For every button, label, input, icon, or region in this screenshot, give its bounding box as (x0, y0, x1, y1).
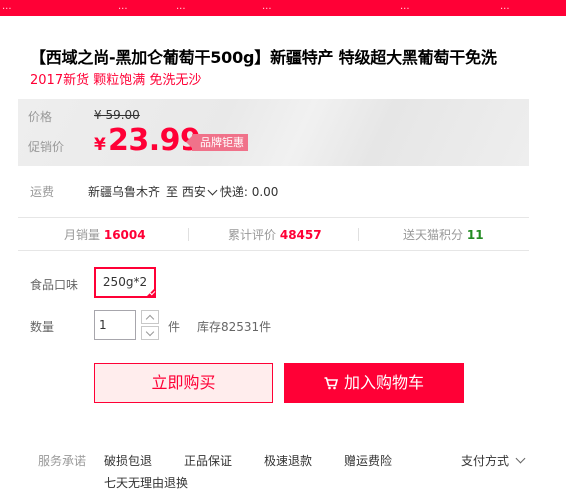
divider (188, 228, 189, 241)
promo-badge: 品牌钜惠 (186, 134, 248, 151)
currency-symbol: ¥ (94, 135, 106, 155)
promo-price-label: 促销价 (28, 140, 65, 154)
chevron-down-icon (145, 327, 155, 337)
chevron-down-icon (515, 453, 526, 464)
review-count-value: 48457 (279, 228, 322, 242)
shipping-destination[interactable]: 至 西安 快递: 0.00 (166, 183, 278, 200)
flavor-option-selected[interactable]: 250g*2 (94, 267, 156, 298)
cart-icon (324, 365, 339, 405)
quantity-input[interactable]: 1 (94, 310, 136, 340)
price-panel: 价格 ¥ 59.00 促销价 ¥ 23.99 品牌钜惠 (18, 99, 529, 166)
product-title: 【西域之尚-黑加仑葡萄干500g】新疆特产 特级超大黑葡萄干免洗 (30, 48, 497, 67)
shipping-destination-city: 西安 (181, 185, 206, 199)
add-to-cart-button[interactable]: 加入购物车 (284, 363, 464, 403)
service-item[interactable]: 赠运费险 (344, 452, 392, 469)
quantity-label: 数量 (30, 320, 55, 334)
top-nav-item[interactable]: ... (400, 1, 410, 12)
top-nav-item[interactable]: ... (176, 1, 186, 12)
monthly-sales-value: 16004 (103, 228, 146, 242)
payment-methods[interactable]: 支付方式 (461, 452, 526, 469)
shipping-label: 运费 (30, 185, 55, 199)
sales-stats: 月销量 16004 累计评价 48457 送天猫积分 11 (18, 218, 529, 250)
top-nav-item[interactable]: ... (118, 1, 128, 12)
flavor-option-label: 250g*2 (102, 275, 148, 289)
shipping-to-prefix: 至 (166, 185, 179, 199)
divider (18, 250, 529, 251)
monthly-sales: 月销量 16004 (64, 226, 146, 243)
stock-count: 库存82531件 (197, 320, 272, 334)
quantity-increase-button[interactable] (141, 310, 159, 324)
top-nav-item[interactable]: ... (500, 1, 510, 12)
monthly-sales-label: 月销量 (64, 228, 101, 242)
flavor-label: 食品口味 (30, 278, 79, 292)
add-to-cart-label: 加入购物车 (343, 373, 424, 392)
review-count[interactable]: 累计评价 48457 (228, 226, 322, 243)
checkmark-icon (145, 287, 156, 298)
chevron-up-icon (145, 314, 155, 324)
service-item[interactable]: 七天无理由退换 (104, 474, 188, 491)
service-item[interactable]: 正品保证 (184, 452, 232, 469)
product-subtitle: 2017新货 颗粒饱满 免洗无沙 (30, 73, 202, 88)
shipping-express-fee: 快递: 0.00 (219, 185, 279, 199)
tmall-points-value: 11 (466, 228, 484, 242)
chevron-down-icon (207, 185, 218, 196)
tmall-points: 送天猫积分 11 (403, 226, 484, 243)
payment-methods-label: 支付方式 (461, 454, 510, 468)
tmall-points-label: 送天猫积分 (403, 228, 464, 242)
quantity-unit: 件 (168, 320, 181, 334)
service-label: 服务承诺 (38, 454, 87, 468)
top-nav-bar: ... ... ... ... ... ... (0, 0, 566, 16)
original-price: ¥ 59.00 (94, 108, 140, 122)
review-count-label: 累计评价 (228, 228, 277, 242)
service-item[interactable]: 破损包退 (104, 452, 152, 469)
divider (358, 228, 359, 241)
top-nav-item[interactable]: ... (2, 1, 12, 12)
service-item[interactable]: 极速退款 (264, 452, 312, 469)
shipping-origin: 新疆乌鲁木齐 (88, 185, 161, 199)
price-label: 价格 (28, 110, 53, 124)
quantity-decrease-button[interactable] (141, 326, 159, 340)
buy-now-button[interactable]: 立即购买 (94, 363, 273, 403)
top-nav-item[interactable]: ... (262, 1, 272, 12)
